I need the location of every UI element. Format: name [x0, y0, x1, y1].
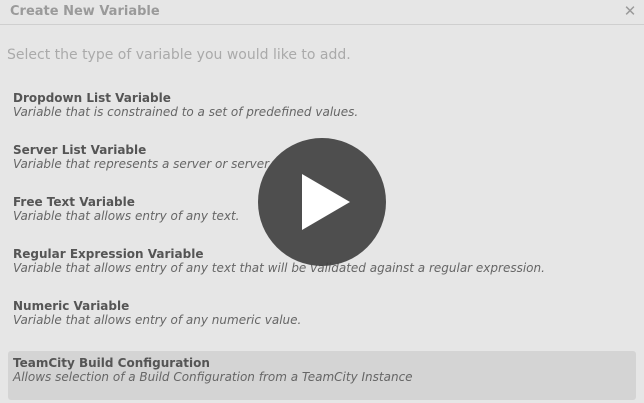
play-icon: [302, 174, 350, 230]
instructions-text: Select the type of variable you would li…: [7, 47, 351, 63]
close-icon[interactable]: ✕: [623, 3, 637, 19]
variable-type-teamcity-build-configuration[interactable]: TeamCity Build Configuration Allows sele…: [8, 351, 636, 400]
variable-type-dropdown-list[interactable]: Dropdown List Variable Variable that is …: [8, 86, 636, 138]
variable-type-description: Allows selection of a Build Configuratio…: [13, 370, 413, 384]
variable-type-title: TeamCity Build Configuration: [13, 356, 210, 370]
play-button[interactable]: [258, 138, 386, 266]
variable-type-description: Variable that is constrained to a set of…: [13, 105, 359, 119]
variable-type-title: Numeric Variable: [13, 299, 130, 313]
dialog-titlebar: Create New Variable ✕: [0, 0, 644, 25]
create-variable-dialog: Create New Variable ✕ Select the type of…: [0, 0, 644, 403]
variable-type-description: Variable that allows entry of any numeri…: [13, 313, 302, 327]
variable-type-title: Dropdown List Variable: [13, 91, 171, 105]
variable-type-numeric[interactable]: Numeric Variable Variable that allows en…: [8, 294, 636, 346]
dialog-title: Create New Variable: [10, 4, 160, 19]
